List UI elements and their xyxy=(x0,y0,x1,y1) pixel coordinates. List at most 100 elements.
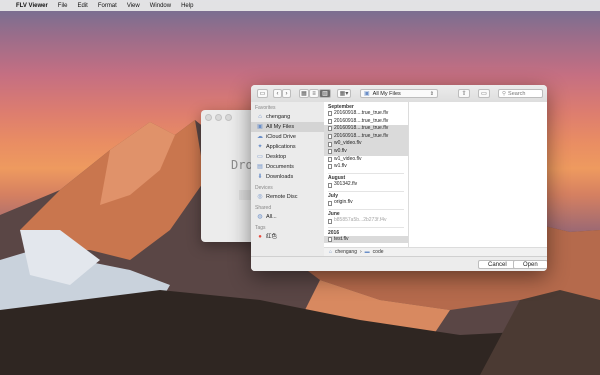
file-name: w0_video.flv xyxy=(334,140,362,147)
cloud-icon: ☁ xyxy=(257,134,263,140)
home-icon: ⌂ xyxy=(329,249,333,255)
menu-app-name[interactable]: FLV Viewer xyxy=(16,3,48,9)
menu-format[interactable]: Format xyxy=(98,3,117,9)
network-icon: ◍ xyxy=(257,214,263,220)
close-button[interactable] xyxy=(205,114,212,121)
menu-window[interactable]: Window xyxy=(150,3,171,9)
open-button[interactable]: Open xyxy=(513,260,547,269)
sidebar-header-favorites: Favorites xyxy=(255,105,276,111)
file-name: 20160918....true_true.flv xyxy=(334,110,389,116)
red-tag-icon: ● xyxy=(258,234,262,240)
list-item[interactable]: 20160918....true_true.flv xyxy=(324,110,408,118)
list-item[interactable]: test.flv xyxy=(324,235,408,244)
preview-pane xyxy=(409,102,547,256)
sidebar-toggle-icon[interactable]: ▭ xyxy=(257,89,268,98)
list-item[interactable]: w0.flv xyxy=(324,147,408,156)
sidebar-item-applications[interactable]: ✦ Applications xyxy=(251,142,324,152)
dialog-toolbar: ▭ ‹ › ▦ ≡ ▥ ▦▾ ▣ All My Files ⇕ ⇧ ▭ ⚲ xyxy=(251,85,547,103)
dialog-button-bar: Cancel Open xyxy=(251,256,547,271)
column-view-icon[interactable]: ▥ xyxy=(319,89,331,98)
list-item[interactable]: 20160918....true_true.flv xyxy=(324,132,408,141)
chevron-right-icon: › xyxy=(360,249,362,255)
file-name: test.flv xyxy=(334,235,349,242)
file-name: origin.flv xyxy=(334,199,353,206)
sidebar-item-documents[interactable]: ▤ Documents xyxy=(251,162,324,172)
sidebar: Favorites ⌂ chengang ▣ All My Files ☁ iClou… xyxy=(251,102,325,271)
file-icon xyxy=(328,182,332,188)
file-name: b85857a5b...2b273f.f4v xyxy=(334,217,387,224)
desktop-icon: ▭ xyxy=(257,154,263,160)
section-divider xyxy=(328,227,404,228)
list-item[interactable]: w1_video.flv xyxy=(324,156,408,164)
downloads-icon: ⬇ xyxy=(257,174,263,180)
file-name: 301342.flv xyxy=(334,181,358,188)
list-item[interactable]: b85857a5b...2b273f.f4v xyxy=(324,217,408,225)
section-divider xyxy=(328,208,404,210)
drop-zone-label: Dro xyxy=(231,158,253,172)
file-name: 20160918....true_true.flv xyxy=(334,125,389,132)
menu-edit[interactable]: Edit xyxy=(77,3,87,9)
sidebar-item-label: All... xyxy=(266,214,277,220)
path-segment[interactable]: chengang xyxy=(335,249,357,255)
file-icon xyxy=(328,134,332,140)
sidebar-item-label: Applications xyxy=(266,144,296,150)
sidebar-item-icloud-drive[interactable]: ☁ iCloud Drive xyxy=(251,132,324,142)
list-item[interactable]: w1.flv xyxy=(324,163,408,171)
tag-icon[interactable]: ▭ xyxy=(478,89,490,98)
sidebar-item-all-shared[interactable]: ◍ All... xyxy=(251,212,324,222)
sidebar-item-desktop[interactable]: ▭ Desktop xyxy=(251,152,324,162)
search-input[interactable] xyxy=(508,90,541,97)
sidebar-header-devices: Devices xyxy=(255,185,273,191)
list-item[interactable]: 20160918....true_true.flv xyxy=(324,125,408,133)
sidebar-item-tag-red[interactable]: ● 红色 xyxy=(251,232,324,242)
list-item[interactable]: 20160918....true_true.flv xyxy=(324,118,408,126)
arrange-icon[interactable]: ▦▾ xyxy=(337,89,351,98)
share-icon[interactable]: ⇧ xyxy=(458,89,470,98)
zoom-button[interactable] xyxy=(225,114,232,121)
back-icon[interactable]: ‹ xyxy=(273,89,282,98)
all-files-icon: ▣ xyxy=(257,124,263,130)
sidebar-item-label: Documents xyxy=(266,164,294,170)
file-icon xyxy=(328,218,332,224)
file-name: w1.flv xyxy=(334,163,347,170)
file-name: w1_video.flv xyxy=(334,155,362,162)
sidebar-item-remote-disc[interactable]: ◎ Remote Disc xyxy=(251,192,324,202)
sidebar-item-label: All My Files xyxy=(266,124,295,130)
sidebar-item-label: Desktop xyxy=(266,154,287,160)
path-bar: ⌂ chengang › ▬ code xyxy=(324,247,547,256)
location-popup[interactable]: ▣ All My Files ⇕ xyxy=(360,89,438,98)
section-divider xyxy=(328,190,404,192)
cancel-button[interactable]: Cancel xyxy=(478,260,517,269)
window-controls xyxy=(205,114,232,121)
sidebar-item-label: iCloud Drive xyxy=(266,134,296,140)
disc-icon: ◎ xyxy=(257,194,263,200)
search-field[interactable]: ⚲ xyxy=(498,89,543,98)
path-segment[interactable]: code xyxy=(373,249,384,255)
applications-icon: ✦ xyxy=(257,144,263,150)
file-name: w0.flv xyxy=(334,147,347,154)
file-icon xyxy=(328,141,332,147)
menu-view[interactable]: View xyxy=(127,3,140,9)
file-icon xyxy=(328,156,332,162)
file-icon xyxy=(328,149,332,155)
file-name: 20160918....true_true.flv xyxy=(334,117,389,124)
list-view-icon[interactable]: ≡ xyxy=(309,89,319,98)
sidebar-item-downloads[interactable]: ⬇ Downloads xyxy=(251,172,324,182)
list-item[interactable]: w0_video.flv xyxy=(324,140,408,148)
sidebar-item-label: 红色 xyxy=(266,234,278,240)
sidebar-item-label: chengang xyxy=(266,114,291,120)
search-icon: ⚲ xyxy=(502,90,507,97)
list-item[interactable]: origin.flv xyxy=(324,199,408,207)
icon-view-icon[interactable]: ▦ xyxy=(299,89,309,98)
list-item[interactable]: 301342.flv xyxy=(324,181,408,189)
menu-help[interactable]: Help xyxy=(181,3,193,9)
minimize-button[interactable] xyxy=(215,114,222,121)
forward-icon[interactable]: › xyxy=(282,89,291,98)
file-icon xyxy=(328,126,332,132)
file-icon xyxy=(328,164,332,170)
chevron-updown-icon: ⇕ xyxy=(429,90,434,97)
menu-file[interactable]: File xyxy=(58,3,68,9)
sidebar-item-all-my-files[interactable]: ▣ All My Files xyxy=(251,122,324,132)
sidebar-item-chengang[interactable]: ⌂ chengang xyxy=(251,112,324,122)
all-files-icon: ▣ xyxy=(364,91,370,97)
